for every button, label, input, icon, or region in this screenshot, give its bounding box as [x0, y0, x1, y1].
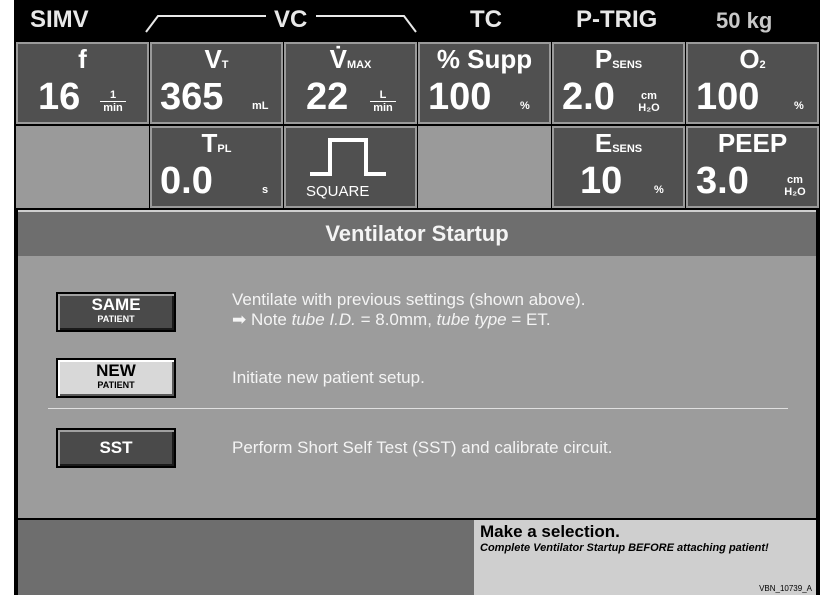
tile-value: 10 [580, 160, 623, 202]
mode-bracket-right [316, 15, 417, 33]
startup-panel: SAME PATIENT Ventilate with previous set… [18, 256, 816, 518]
tile-value: 100 [696, 76, 760, 118]
tile-empty-middle [418, 126, 551, 208]
mode-bracket-left [145, 15, 266, 33]
tile-unit: s [262, 184, 269, 196]
tile-value: 2.0 [562, 76, 615, 118]
tile-label: O2 [739, 44, 766, 74]
tile-unit: cm H₂O [784, 174, 806, 198]
tile-value: 100 [428, 76, 492, 118]
tile-oxygen[interactable]: O2 100 % [686, 42, 819, 124]
tile-value: 0.0 [160, 160, 213, 202]
same-patient-button[interactable]: SAME PATIENT [56, 292, 176, 332]
tile-unit: % [794, 100, 804, 112]
tile-label: TPL [201, 128, 232, 158]
mandatory-type-label: VC [274, 6, 308, 33]
tile-label: ESENS [594, 128, 643, 158]
tile-unit: Lmin [370, 89, 396, 114]
patient-weight: 50 kg [716, 8, 773, 33]
tile-label: % Supp [436, 44, 533, 74]
trigger-label: P-TRIG [576, 6, 658, 33]
tile-label: V̇MAX [329, 44, 372, 74]
new-patient-button[interactable]: NEW PATIENT [56, 358, 176, 398]
sst-button[interactable]: SST [56, 428, 176, 468]
settings-header: SIMV VC TC P-TRIG 50 kg [16, 0, 818, 42]
sst-description: Perform Short Self Test (SST) and calibr… [232, 438, 613, 457]
divider [48, 408, 788, 409]
tile-rate[interactable]: f 16 1 min [16, 42, 149, 124]
tile-label: f [78, 44, 87, 74]
prompt-warning: Complete Ventilator Startup BEFORE attac… [480, 542, 769, 554]
tile-unit: mL [252, 100, 269, 112]
prompt-message: Make a selection. [480, 522, 620, 541]
tile-value: 16 [38, 76, 81, 118]
mode-label: SIMV [30, 6, 89, 33]
tile-peep[interactable]: PEEP 3.0 cm H₂O [686, 126, 819, 208]
tile-unit: 1 min [100, 89, 126, 114]
prompt-area: Make a selection. Complete Ventilator St… [474, 520, 816, 595]
tile-label: VT [204, 44, 229, 74]
tile-value: 22 [306, 76, 349, 118]
ventilator-screen: SIMV VC TC P-TRIG 50 kg f 16 1 min VT 365… [14, 0, 820, 595]
tile-flow-pattern[interactable]: SQUARE [284, 126, 417, 208]
tile-value: 3.0 [696, 160, 749, 202]
tile-unit: % [654, 184, 664, 196]
new-patient-description: Initiate new patient setup. [232, 368, 425, 387]
tile-label: PEEP [717, 128, 788, 158]
tile-tidal-volume[interactable]: VT 365 mL [150, 42, 283, 124]
tile-plateau-time[interactable]: TPL 0.0 s [150, 126, 283, 208]
tile-percent-support[interactable]: % Supp 100 % [418, 42, 551, 124]
tile-unit: cm H₂O [638, 90, 660, 114]
spont-type-label: TC [470, 6, 502, 33]
same-patient-description: Ventilate with previous settings (shown … [232, 290, 586, 329]
tile-pressure-sensitivity[interactable]: PSENS 2.0 cm H₂O [552, 42, 685, 124]
tile-value: 365 [160, 76, 224, 118]
figure-code: VBN_10739_A [759, 584, 812, 593]
tile-empty-left [16, 126, 149, 208]
startup-title: Ventilator Startup [18, 210, 816, 256]
tile-value: SQUARE [306, 183, 370, 200]
tile-label: PSENS [594, 44, 643, 74]
tile-expiratory-sensitivity[interactable]: ESENS 10 % [552, 126, 685, 208]
tile-unit: % [520, 100, 530, 112]
tile-peak-flow[interactable]: V̇MAX 22 Lmin [284, 42, 417, 124]
square-waveform-icon [310, 138, 386, 176]
